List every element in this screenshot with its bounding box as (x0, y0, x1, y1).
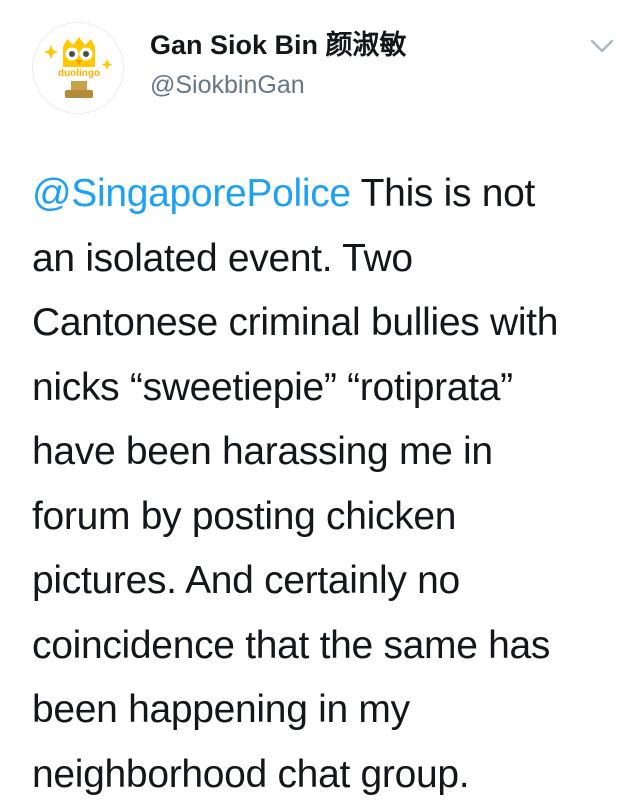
tweet-line-text: This is not (350, 172, 536, 215)
user-handle[interactable]: @SiokbinGan (150, 68, 407, 102)
tweet-line: pictures. And certainly no (32, 559, 460, 602)
svg-text:duolingo: duolingo (58, 68, 100, 79)
tweet-line: been happening in my (32, 688, 410, 731)
tweet-line: @SingaporePolice This is not (32, 162, 622, 227)
tweet-line: Cantonese criminal bullies with (32, 301, 559, 344)
tweet-text: @SingaporePolice This is not an isolated… (32, 162, 622, 807)
tweet-line: nicks “sweetiepie” “rotiprata” (32, 365, 513, 409)
tweet-line: an isolated event. Two (32, 236, 413, 280)
tweet-header: duolingo Gan Siok Bin 颜淑敏 @SiokbinGan (32, 22, 622, 122)
user-block[interactable]: Gan Siok Bin 颜淑敏 @SiokbinGan (150, 28, 407, 102)
tweet-line: coincidence that the same has (32, 623, 551, 667)
display-name[interactable]: Gan Siok Bin 颜淑敏 (150, 28, 407, 62)
tweet-line: forum by posting chicken (32, 494, 457, 538)
mention-link[interactable]: @SingaporePolice (32, 172, 351, 215)
tweet-line: have been harassing me in (32, 430, 493, 473)
tweet-line: neighborhood chat group. (32, 752, 470, 796)
duolingo-owl-icon: duolingo (44, 37, 113, 98)
avatar[interactable]: duolingo (32, 22, 124, 114)
chevron-down-icon[interactable] (588, 32, 616, 60)
